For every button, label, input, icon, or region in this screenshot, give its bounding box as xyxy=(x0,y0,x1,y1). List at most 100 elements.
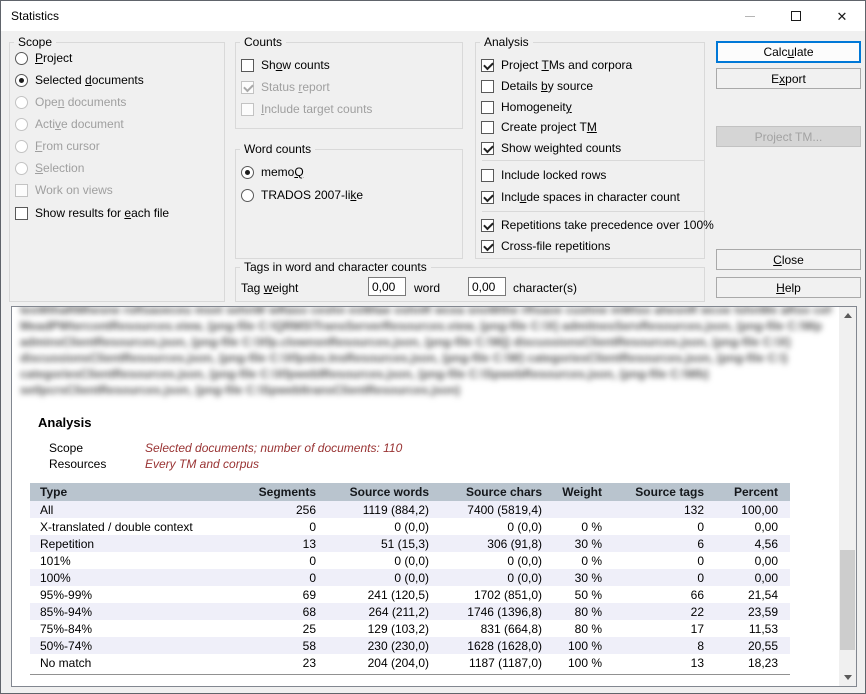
tag-weight-word-input[interactable] xyxy=(368,277,406,296)
table-cell: 21,54 xyxy=(712,586,790,603)
statistics-dialog: Statistics ✕ Scope Project Selected docu… xyxy=(0,0,866,694)
checkbox-label: Cross-file repetitions xyxy=(501,239,610,253)
radio-project[interactable]: Project xyxy=(15,51,72,65)
table-row: 75%-84%25129 (103,2)831 (664,8)80 %1711,… xyxy=(30,620,790,637)
checkbox-icon xyxy=(481,142,494,155)
scope-meta-label: Scope xyxy=(49,441,83,455)
tags-legend: Tags in word and character counts xyxy=(240,260,431,275)
radio-label: memoQ xyxy=(261,165,304,179)
checkbox-create-project-tm[interactable]: Create project TM xyxy=(481,120,597,134)
table-cell: 256 xyxy=(245,501,324,518)
radio-from-cursor: From cursor xyxy=(15,139,100,153)
maximize-button[interactable] xyxy=(773,1,819,31)
table-cell: 18,23 xyxy=(712,654,790,671)
checkbox-icon xyxy=(241,103,254,116)
table-cell: 0 % xyxy=(550,518,610,535)
radio-icon xyxy=(15,162,28,175)
calculate-button[interactable]: Calculate xyxy=(716,41,861,63)
checkbox-show-results-each-file[interactable]: Show results for each file xyxy=(15,206,169,220)
radio-icon xyxy=(15,74,28,87)
table-cell: 80 % xyxy=(550,620,610,637)
checkbox-icon xyxy=(481,240,494,253)
checkbox-label: Homogeneity xyxy=(501,100,572,114)
results-scrollbar[interactable] xyxy=(839,307,856,686)
close-button[interactable]: ✕ xyxy=(819,1,865,31)
scrollbar-thumb[interactable] xyxy=(840,550,855,650)
checkbox-repetitions-take-precedence[interactable]: Repetitions take precedence over 100% xyxy=(481,218,714,232)
table-cell: 25 xyxy=(245,620,324,637)
titlebar: Statistics ✕ xyxy=(1,1,865,31)
analysis-table: TypeSegmentsSource wordsSource charsWeig… xyxy=(30,483,790,671)
table-cell: 58 xyxy=(245,637,324,654)
help-button[interactable]: Help xyxy=(716,277,861,298)
checkbox-label: Details by source xyxy=(501,79,593,93)
table-cell: Repetition xyxy=(30,535,245,552)
radio-label: Open documents xyxy=(35,95,126,109)
table-cell: 8 xyxy=(610,637,712,654)
radio-label: Selected documents xyxy=(35,73,144,87)
checkbox-icon xyxy=(481,191,494,204)
table-cell: 101% xyxy=(30,552,245,569)
checkbox-cross-file-repetitions[interactable]: Cross-file repetitions xyxy=(481,239,610,253)
checkbox-homogeneity[interactable]: Homogeneity xyxy=(481,100,572,114)
table-cell: 0 (0,0) xyxy=(437,552,550,569)
radio-active-document: Active document xyxy=(15,117,124,131)
results-divider xyxy=(30,674,790,675)
table-cell: 129 (103,2) xyxy=(324,620,437,637)
scroll-up-button[interactable] xyxy=(839,307,856,324)
column-header: Type xyxy=(30,483,245,501)
table-cell: 0 (0,0) xyxy=(437,569,550,586)
resources-meta-value: Every TM and corpus xyxy=(145,457,259,471)
column-header: Source words xyxy=(324,483,437,501)
radio-label: TRADOS 2007-like xyxy=(261,188,363,202)
radio-label: Project xyxy=(35,51,72,65)
close-icon: ✕ xyxy=(837,10,848,23)
checkbox-details-by-source[interactable]: Details by source xyxy=(481,79,593,93)
checkbox-project-tms-and-corpora[interactable]: Project TMs and corpora xyxy=(481,58,632,72)
radio-trados-2007-like[interactable]: TRADOS 2007-like xyxy=(241,188,363,202)
radio-label: Selection xyxy=(35,161,84,175)
tag-weight-char-input[interactable] xyxy=(468,277,506,296)
project-tm-button: Project TM... xyxy=(716,126,861,147)
column-header: Segments xyxy=(245,483,324,501)
checkbox-label: Project TMs and corpora xyxy=(501,58,632,72)
analysis-separator xyxy=(482,211,704,212)
radio-selected-documents[interactable]: Selected documents xyxy=(15,73,144,87)
export-button[interactable]: Export xyxy=(716,68,861,89)
table-cell: 4,56 xyxy=(712,535,790,552)
table-cell: All xyxy=(30,501,245,518)
table-cell: 75%-84% xyxy=(30,620,245,637)
checkbox-include-locked-rows[interactable]: Include locked rows xyxy=(481,168,606,182)
table-cell: 66 xyxy=(610,586,712,603)
checkbox-icon xyxy=(241,59,254,72)
table-cell: 1119 (884,2) xyxy=(324,501,437,518)
table-cell: 0 xyxy=(610,552,712,569)
checkbox-label: Repetitions take precedence over 100% xyxy=(501,218,714,232)
scroll-down-button[interactable] xyxy=(839,669,856,686)
table-cell: 50 % xyxy=(550,586,610,603)
table-cell: 95%-99% xyxy=(30,586,245,603)
tag-weight-char-suffix: character(s) xyxy=(513,281,577,295)
table-cell: 100% xyxy=(30,569,245,586)
table-cell: 0,00 xyxy=(712,569,790,586)
blurred-text-line: categoriesClientResources.json, (png-fil… xyxy=(20,366,832,382)
analysis-heading: Analysis xyxy=(38,415,91,430)
radio-memoq[interactable]: memoQ xyxy=(241,165,304,179)
column-header: Source chars xyxy=(437,483,550,501)
table-cell: 1628 (1628,0) xyxy=(437,637,550,654)
radio-icon xyxy=(241,189,254,202)
table-row: Repetition1351 (15,3)306 (91,8)30 %64,56 xyxy=(30,535,790,552)
table-row: 85%-94%68264 (211,2)1746 (1396,8)80 %222… xyxy=(30,603,790,620)
table-row: 100%00 (0,0)0 (0,0)30 %00,00 xyxy=(30,569,790,586)
checkbox-show-weighted-counts[interactable]: Show weighted counts xyxy=(481,141,621,155)
checkbox-label: Include spaces in character count xyxy=(501,190,680,204)
radio-label: Active document xyxy=(35,117,124,131)
checkbox-include-spaces-in-character-count[interactable]: Include spaces in character count xyxy=(481,190,680,204)
table-body: All2561119 (884,2)7400 (5819,4)132100,00… xyxy=(30,501,790,671)
table-cell xyxy=(550,501,610,518)
column-header: Weight xyxy=(550,483,610,501)
close-dialog-button[interactable]: Close xyxy=(716,249,861,270)
checkbox-show-counts[interactable]: Show counts xyxy=(241,58,330,72)
radio-icon xyxy=(15,140,28,153)
table-cell: 51 (15,3) xyxy=(324,535,437,552)
